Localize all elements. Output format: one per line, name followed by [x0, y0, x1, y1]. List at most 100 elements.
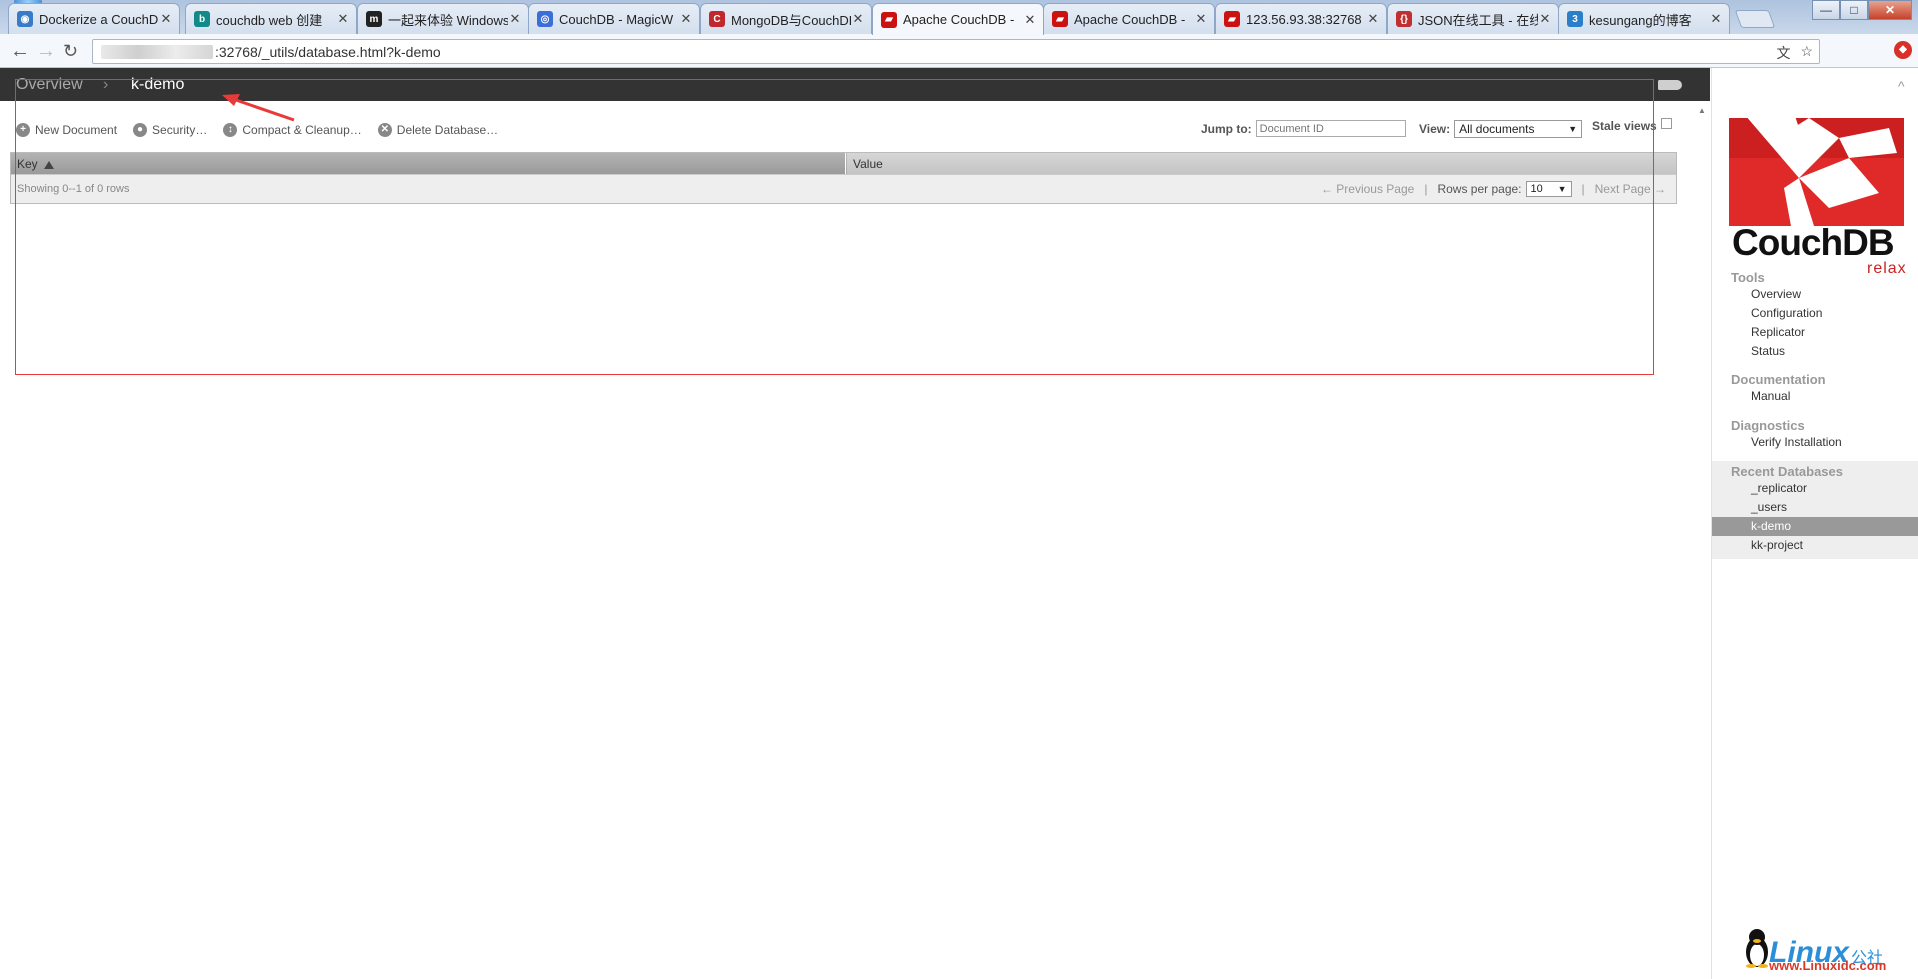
- tab-favicon-icon: m: [366, 11, 382, 27]
- extension-icon[interactable]: ◆: [1894, 41, 1912, 59]
- new-tab-button[interactable]: [1734, 10, 1776, 28]
- breadcrumb-separator: ›: [103, 76, 109, 93]
- tab-favicon-icon: 3: [1567, 11, 1583, 27]
- tab-favicon-icon: {}: [1396, 11, 1412, 27]
- sidebar-item-manual[interactable]: Manual: [1712, 387, 1918, 406]
- tab-close-icon[interactable]: ✕: [1023, 12, 1037, 28]
- next-page-link[interactable]: Next Page →: [1595, 182, 1666, 196]
- breadcrumb-current: k-demo: [131, 76, 185, 93]
- browser-tab[interactable]: 3 kesungang的博客 ✕: [1558, 3, 1730, 34]
- tab-favicon-icon: b: [194, 11, 210, 27]
- watermark-url: www.Linuxidc.com: [1769, 958, 1887, 973]
- tab-close-icon[interactable]: ✕: [851, 11, 865, 27]
- view-group: View: All documents ▼: [1419, 120, 1583, 138]
- tab-title: 一起来体验 Windows: [388, 12, 508, 28]
- sidebar-recent-title: Recent Databases: [1731, 464, 1843, 479]
- tab-close-icon[interactable]: ✕: [1709, 11, 1723, 27]
- browser-tab[interactable]: C MongoDB与CouchDB ✕: [700, 3, 872, 34]
- sidebar-toggle-button[interactable]: [1658, 80, 1682, 90]
- previous-page-link[interactable]: ← Previous Page: [1321, 182, 1414, 196]
- pager-divider: |: [1581, 182, 1585, 196]
- back-icon[interactable]: ←: [10, 41, 30, 61]
- address-bar[interactable]: :32768/_utils/database.html?k-demo 文 ☆: [92, 39, 1820, 64]
- tab-title: couchdb web 创建: [216, 12, 323, 28]
- sidebar-item-configuration[interactable]: Configuration: [1712, 304, 1918, 323]
- delete-database-button[interactable]: ✕ Delete Database…: [377, 123, 498, 137]
- collapse-caret-icon[interactable]: ^: [1898, 78, 1905, 94]
- pager-divider: |: [1424, 182, 1428, 196]
- chevron-down-icon: ▼: [1568, 124, 1578, 134]
- stale-views-label: Stale views: [1592, 119, 1657, 133]
- translate-icon[interactable]: 文: [1776, 43, 1790, 63]
- reload-icon[interactable]: ↻: [63, 41, 78, 61]
- window-controls: — □ ✕: [1812, 0, 1912, 20]
- browser-tab[interactable]: ◎ CouchDB - MagicW ✕: [528, 3, 700, 34]
- tab-close-icon[interactable]: ✕: [1194, 11, 1208, 27]
- table-header: Key Value: [11, 153, 1676, 174]
- security-label: Security…: [152, 123, 208, 137]
- tab-close-icon[interactable]: ✕: [1538, 11, 1552, 27]
- view-label: View:: [1419, 122, 1451, 136]
- sidebar-item-k-demo-db[interactable]: k-demo: [1712, 517, 1918, 536]
- sidebar-item-replicator[interactable]: Replicator: [1712, 323, 1918, 342]
- view-select[interactable]: All documents ▼: [1454, 120, 1583, 138]
- tab-title: kesungang的博客: [1589, 12, 1692, 28]
- sidebar-item-status[interactable]: Status: [1712, 342, 1918, 361]
- document-id-input[interactable]: [1255, 120, 1406, 137]
- rows-per-page-value: 10: [1530, 183, 1543, 195]
- tab-title: Apache CouchDB -: [1074, 11, 1186, 27]
- forward-icon[interactable]: →: [36, 41, 56, 61]
- column-key-label: Key: [17, 157, 38, 171]
- browser-tab[interactable]: b couchdb web 创建 ✕: [185, 3, 357, 34]
- browser-tab[interactable]: ▰ 123.56.93.38:32768 ✕: [1215, 3, 1387, 34]
- column-key-header[interactable]: Key: [11, 153, 846, 174]
- row-count-text: Showing 0--1 of 0 rows: [17, 183, 130, 195]
- bookmark-star-icon[interactable]: ☆: [1800, 43, 1813, 63]
- tab-favicon-icon: ▰: [881, 11, 897, 28]
- view-select-value: All documents: [1459, 122, 1535, 136]
- address-url: :32768/_utils/database.html?k-demo: [215, 43, 441, 60]
- logo-wordmark: CouchDB: [1732, 222, 1895, 263]
- jump-to-label: Jump to:: [1201, 121, 1252, 136]
- tab-close-icon[interactable]: ✕: [1366, 11, 1380, 27]
- browser-tab[interactable]: ◉ Dockerize a CouchDB ✕: [8, 3, 180, 34]
- tab-title: JSON在线工具 - 在线: [1418, 12, 1538, 28]
- column-value-header: Value: [847, 153, 1676, 174]
- stale-views-checkbox[interactable]: [1660, 117, 1672, 129]
- maximize-button[interactable]: □: [1840, 0, 1868, 20]
- browser-tab[interactable]: {} JSON在线工具 - 在线 ✕: [1387, 3, 1559, 34]
- tab-close-icon[interactable]: ✕: [159, 11, 173, 27]
- pagination: ← Previous Page | Rows per page: 10 ▼ | …: [1321, 181, 1666, 197]
- plus-icon: +: [16, 123, 30, 137]
- browser-tab[interactable]: ▰ Apache CouchDB - ✕: [1043, 3, 1215, 34]
- sidebar-diagnostics-title: Diagnostics: [1731, 418, 1805, 433]
- breadcrumb-overview[interactable]: Overview: [16, 76, 83, 94]
- sidebar-item-users-db[interactable]: _users: [1712, 498, 1918, 517]
- chevron-down-icon: ▼: [1557, 184, 1567, 194]
- tab-close-icon[interactable]: ✕: [336, 11, 350, 27]
- sidebar-item-kk-project-db[interactable]: kk-project: [1712, 536, 1918, 555]
- documents-table: Key Value Showing 0--1 of 0 rows ← Previ…: [10, 152, 1677, 204]
- new-document-button[interactable]: + New Document: [16, 123, 117, 137]
- tab-close-icon[interactable]: ✕: [508, 11, 522, 27]
- sidebar-item-replicator-db[interactable]: _replicator: [1712, 479, 1918, 498]
- couchdb-logo-icon: [1729, 98, 1904, 226]
- sidebar-item-verify-installation[interactable]: Verify Installation: [1712, 433, 1918, 452]
- window-close-button[interactable]: ✕: [1868, 0, 1912, 20]
- tab-close-icon[interactable]: ✕: [679, 11, 693, 27]
- annotation-arrow-icon: [222, 94, 295, 122]
- scroll-up-icon[interactable]: ▲: [1698, 106, 1706, 115]
- sidebar-tools-title: Tools: [1731, 270, 1765, 285]
- tab-title: Dockerize a CouchDB: [39, 11, 159, 27]
- browser-tab[interactable]: m 一起来体验 Windows ✕: [357, 3, 529, 34]
- sidebar-item-overview[interactable]: Overview: [1712, 285, 1918, 304]
- tab-title: MongoDB与CouchDB: [731, 12, 851, 28]
- rows-per-page-select[interactable]: 10 ▼: [1525, 181, 1572, 197]
- minimize-button[interactable]: —: [1812, 0, 1840, 20]
- new-document-label: New Document: [35, 123, 118, 137]
- tab-favicon-icon: ▰: [1052, 11, 1068, 27]
- browser-tab[interactable]: ▰ Apache CouchDB - ✕: [872, 3, 1044, 35]
- security-button[interactable]: ● Security…: [133, 123, 207, 137]
- sidebar: ^ CouchDB relax Tools Overview Configura…: [1711, 68, 1918, 979]
- tab-favicon-icon: ◎: [537, 11, 553, 27]
